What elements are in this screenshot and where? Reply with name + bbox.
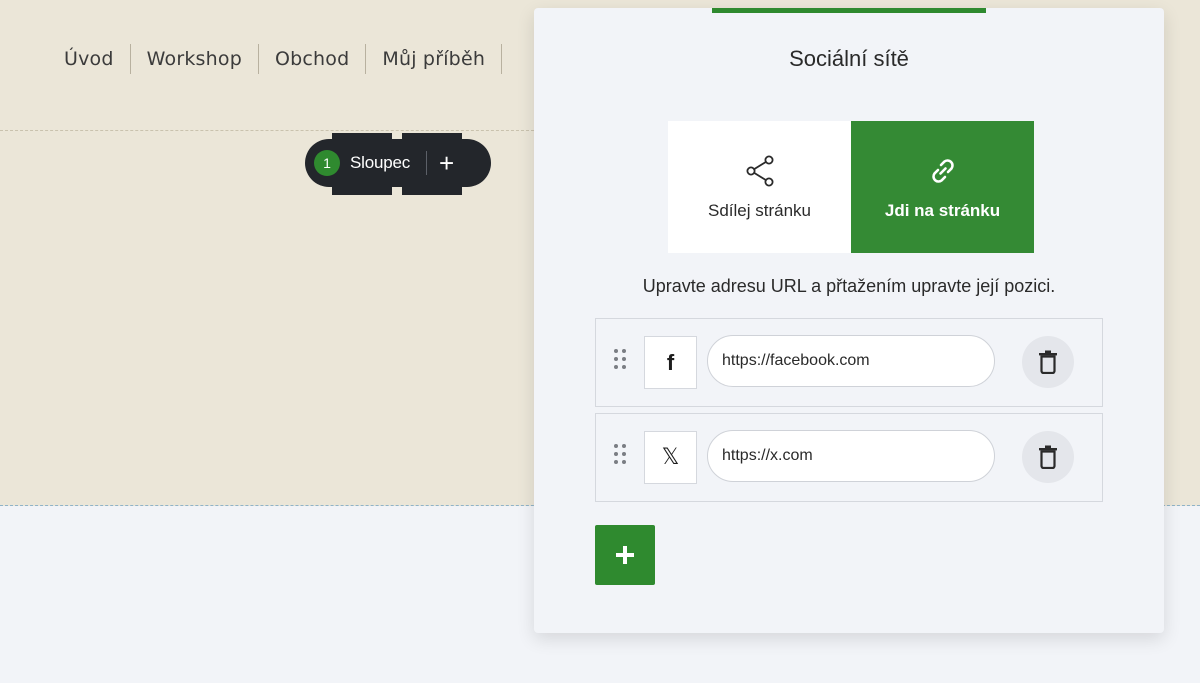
x-icon: 𝕏: [644, 431, 697, 484]
pill-tab-decoration: [402, 133, 462, 141]
drag-handle-icon[interactable]: [614, 349, 630, 373]
panel-title: Sociální sítě: [789, 46, 909, 71]
delete-x-button[interactable]: [1022, 431, 1074, 483]
facebook-icon: f: [644, 336, 697, 389]
share-icon: [746, 155, 773, 187]
nav-item-workshop[interactable]: Workshop: [131, 44, 259, 74]
pill-tab-decoration: [402, 185, 462, 195]
column-label: Sloupec: [350, 153, 411, 172]
add-column-button[interactable]: +: [439, 150, 454, 176]
drag-handle-icon[interactable]: [614, 444, 630, 468]
section-guide-line: [0, 130, 534, 131]
site-navigation: Úvod Workshop Obchod Můj příběh: [48, 44, 503, 74]
mode-toggle: Sdílej stránku Jdi na stránku: [668, 121, 1034, 253]
social-link-row: f: [595, 318, 1103, 407]
go-to-page-option[interactable]: Jdi na stránku: [851, 121, 1034, 253]
trash-icon: [1039, 445, 1057, 469]
pill-tab-decoration: [332, 185, 392, 195]
nav-item-uvod[interactable]: Úvod: [48, 44, 131, 74]
delete-facebook-button[interactable]: [1022, 336, 1074, 388]
social-networks-panel: Sociální sítě Sdílej stránku Jdi na strá…: [534, 8, 1164, 633]
link-icon: [931, 159, 954, 183]
nav-item-muj-pribeh[interactable]: Můj příběh: [366, 44, 503, 74]
social-link-row: 𝕏: [595, 413, 1103, 502]
column-number-badge: 1: [314, 150, 340, 176]
nav-item-obchod[interactable]: Obchod: [259, 44, 367, 74]
instruction-text: Upravte adresu URL a přtažením upravte j…: [642, 276, 1056, 296]
column-toolbar[interactable]: 1 Sloupec +: [305, 133, 491, 195]
share-page-label: Sdílej stránku: [708, 201, 811, 220]
x-url-input[interactable]: [707, 430, 995, 482]
panel-accent-bar: [712, 8, 986, 13]
plus-icon: [616, 546, 634, 564]
trash-icon: [1039, 350, 1057, 374]
add-social-link-button[interactable]: [595, 525, 655, 585]
pill-tab-decoration: [332, 133, 392, 141]
column-toolbar-divider: [426, 151, 428, 175]
share-page-option[interactable]: Sdílej stránku: [668, 121, 851, 253]
go-to-page-label: Jdi na stránku: [884, 201, 1001, 220]
facebook-url-input[interactable]: [707, 335, 995, 387]
